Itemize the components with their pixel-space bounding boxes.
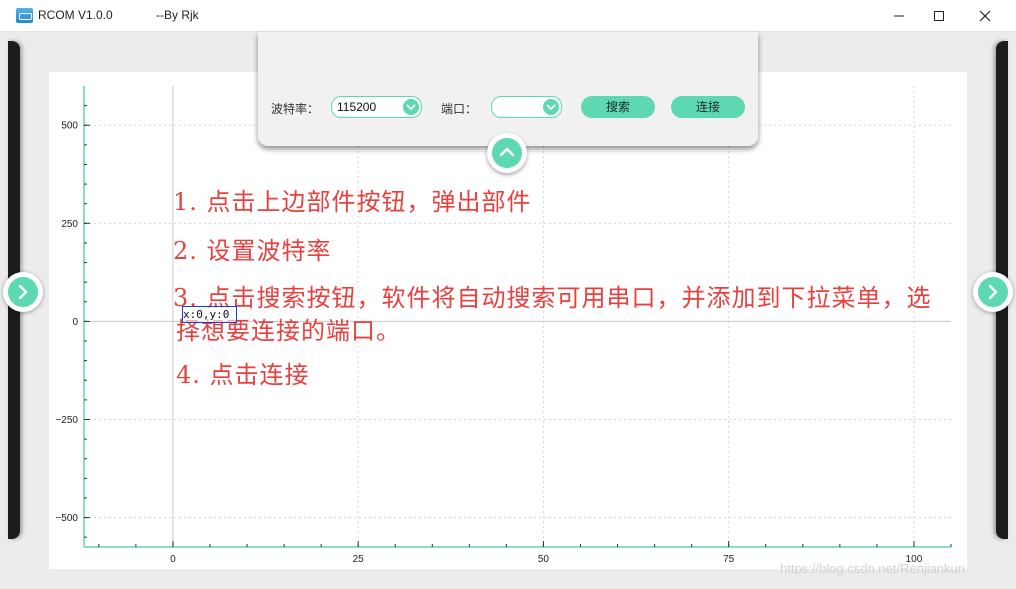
baud-rate-select[interactable]: 115200 [331, 96, 422, 118]
panel-toggle-button[interactable] [487, 133, 527, 173]
chevron-down-icon [403, 99, 419, 115]
serial-settings-panel: 波特率： 115200 端口： 搜索 连接 [258, 32, 758, 146]
port-select[interactable] [491, 96, 562, 118]
baud-rate-label: 波特率： [271, 102, 320, 116]
instruction-step-3-line-1: 3. 点击搜索按钮，软件将自动搜索可用串口，并添加到下拉菜单，选 [173, 284, 932, 312]
watermark: https://blog.csdn.net/Renjiankun [780, 561, 966, 576]
connect-button[interactable]: 连接 [671, 96, 745, 118]
y-tick-label: −500 [55, 513, 78, 524]
chevron-right-icon [18, 284, 28, 300]
y-tick-label: 250 [61, 219, 78, 230]
right-drawer-toggle[interactable] [973, 272, 1013, 312]
x-tick-label: 50 [538, 554, 550, 565]
instruction-step-4: 4. 点击连接 [176, 361, 310, 389]
y-tick-label: −250 [55, 415, 78, 426]
instruction-step-2: 2. 设置波特率 [173, 237, 332, 265]
chevron-down-icon [543, 99, 559, 115]
search-button[interactable]: 搜索 [581, 96, 655, 118]
coordinate-readout: x:0,y:0 [182, 306, 237, 323]
chevron-up-icon [499, 147, 515, 157]
x-tick-label: 75 [723, 554, 735, 565]
y-tick-label: 0 [72, 317, 78, 328]
instruction-step-1: 1. 点击上边部件按钮，弹出部件 [173, 188, 532, 216]
x-tick-label: 25 [353, 554, 365, 565]
x-tick-label: 0 [170, 554, 176, 565]
chevron-right-icon [988, 284, 998, 300]
port-label: 端口： [441, 102, 478, 116]
baud-rate-value: 115200 [337, 100, 377, 114]
left-drawer-toggle[interactable] [3, 272, 43, 312]
y-tick-label: 500 [61, 121, 78, 132]
